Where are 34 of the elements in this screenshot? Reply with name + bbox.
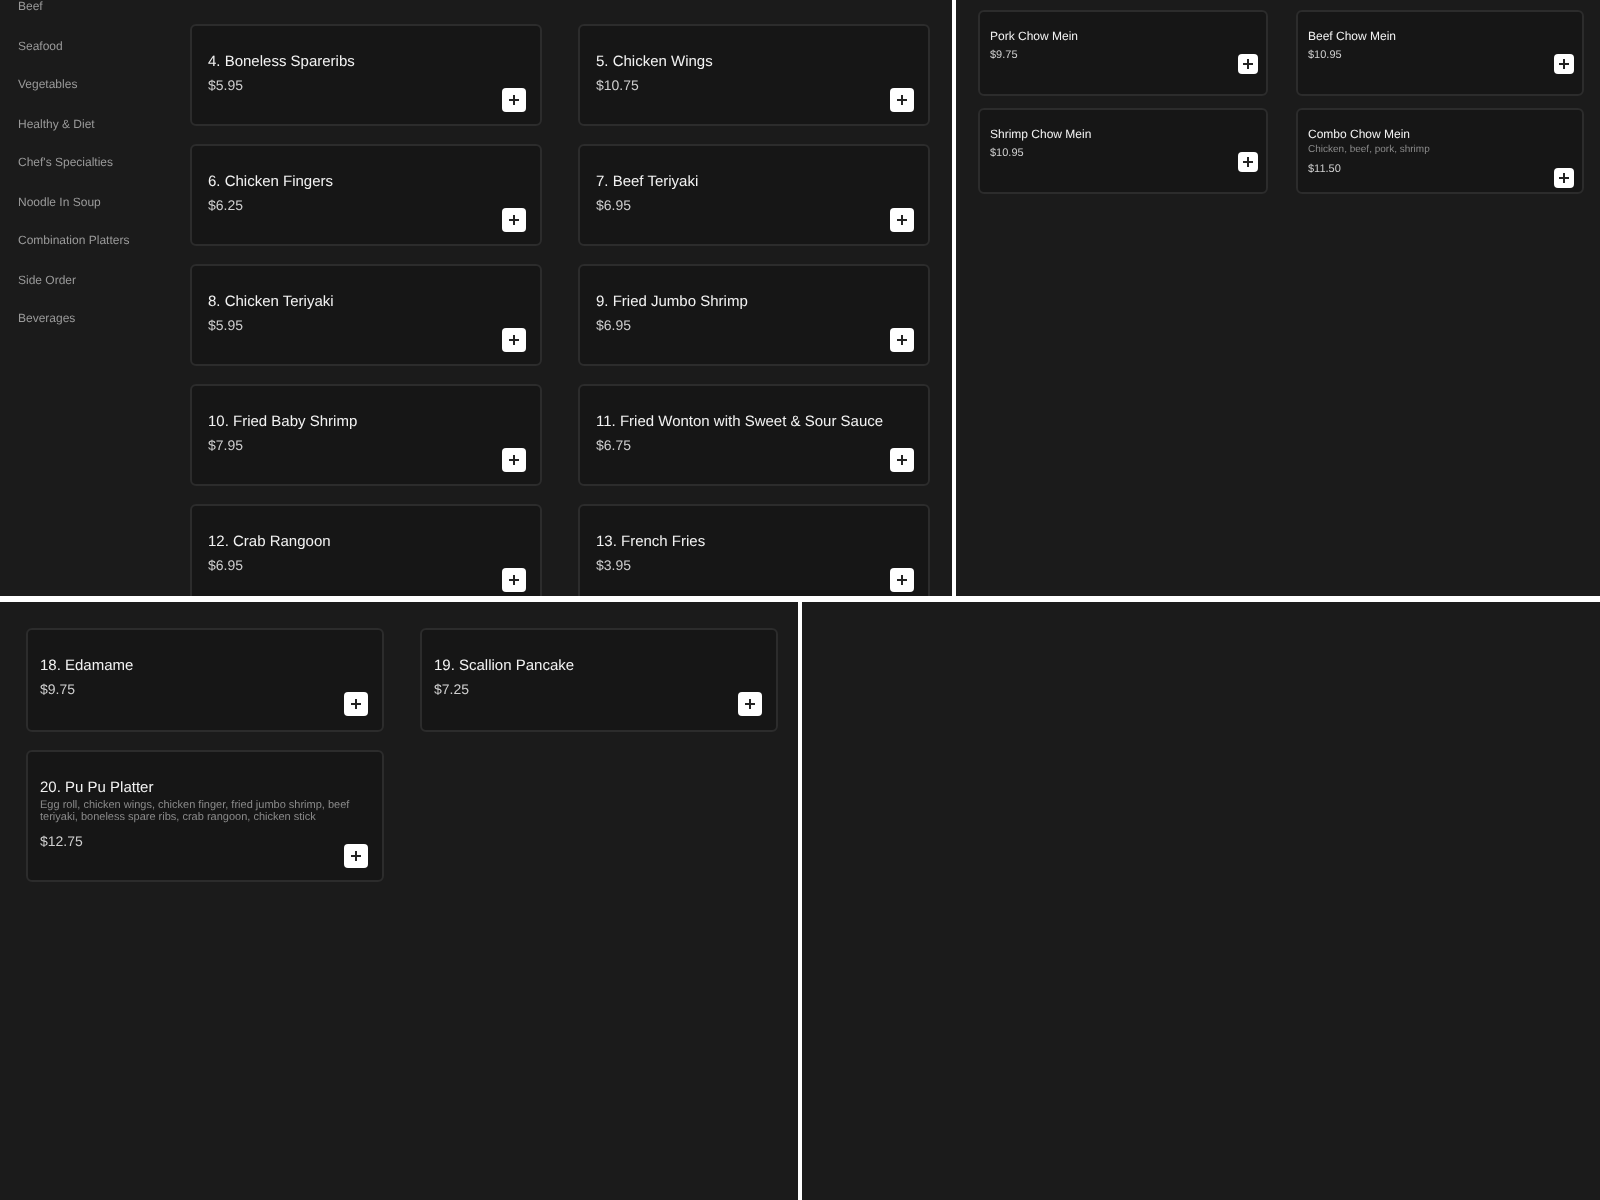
plus-icon <box>508 214 520 226</box>
add-button[interactable] <box>738 692 762 716</box>
add-button[interactable] <box>1554 167 1574 188</box>
add-button[interactable] <box>1238 54 1258 74</box>
add-button[interactable] <box>890 328 914 352</box>
add-button[interactable] <box>344 843 368 868</box>
add-button[interactable] <box>1238 152 1258 172</box>
plus-icon <box>744 698 756 710</box>
add-button[interactable] <box>890 88 914 112</box>
add-button[interactable] <box>502 328 526 352</box>
plus-icon <box>508 94 520 106</box>
plus-icon <box>1558 171 1570 184</box>
plus-icon <box>1558 58 1570 70</box>
plus-icon <box>1242 156 1254 168</box>
plus-icon <box>896 454 908 466</box>
plus-icon <box>508 334 520 346</box>
plus-icon <box>1242 58 1254 70</box>
plus-icon <box>508 574 520 586</box>
add-button[interactable] <box>502 568 526 592</box>
add-button[interactable] <box>502 88 526 112</box>
plus-icon <box>350 698 362 710</box>
plus-icon <box>896 214 908 226</box>
plus-icon <box>350 849 362 862</box>
add-button[interactable] <box>502 208 526 232</box>
plus-icon <box>896 334 908 346</box>
add-button[interactable] <box>502 448 526 472</box>
add-button[interactable] <box>1554 54 1574 74</box>
plus-icon <box>896 94 908 106</box>
add-button[interactable] <box>890 448 914 472</box>
plus-icon <box>508 454 520 466</box>
add-button[interactable] <box>344 692 368 716</box>
add-button[interactable] <box>890 568 914 592</box>
plus-icon <box>896 574 908 586</box>
add-button[interactable] <box>890 208 914 232</box>
